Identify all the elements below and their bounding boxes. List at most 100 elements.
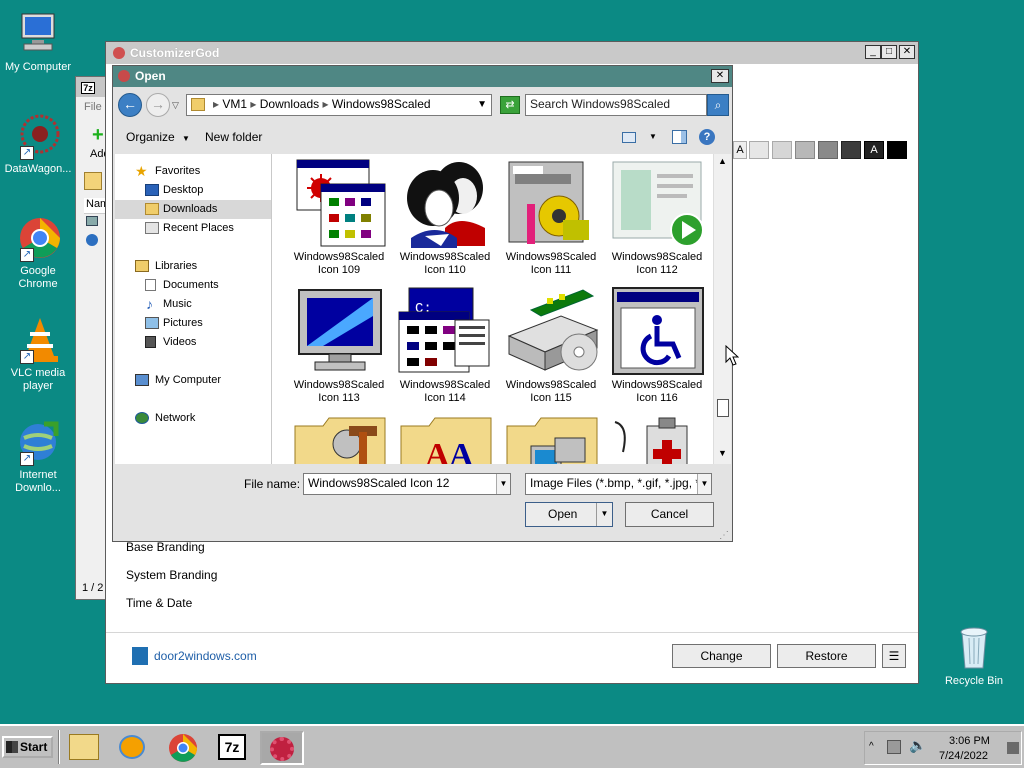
nav-desktop[interactable]: Desktop <box>115 181 271 200</box>
nav-my-computer[interactable]: My Computer <box>115 371 271 390</box>
file-item[interactable]: Windows98Scaled Icon 116 <box>604 286 710 405</box>
nav-libraries[interactable]: Libraries <box>115 257 271 276</box>
battery-plug-icon <box>607 412 707 464</box>
history-dropdown-icon[interactable]: ▽ <box>172 100 179 111</box>
help-icon[interactable]: ? <box>699 129 715 145</box>
nav-music[interactable]: ♪ Music <box>115 295 271 314</box>
taskbar-chrome[interactable] <box>160 731 204 765</box>
file-item[interactable]: AA <box>392 412 498 464</box>
file-item[interactable]: Windows98Scaled Icon 112 <box>604 158 710 277</box>
open-button[interactable]: Open ▼ <box>525 502 613 527</box>
nav-documents[interactable]: Documents <box>115 276 271 295</box>
open-dialog[interactable]: Open ✕ ← → ▽ ▸ VM1 ▸ Downloads ▸ Windows… <box>112 65 733 542</box>
section-time-date[interactable]: Time & Date <box>126 596 192 610</box>
desktop-icon-chrome[interactable]: ↗ Google Chrome <box>0 214 76 291</box>
breadcrumb-downloads[interactable]: Downloads <box>260 97 319 111</box>
nav-recent-places[interactable]: Recent Places <box>115 219 271 238</box>
nav-pictures[interactable]: Pictures <box>115 314 271 333</box>
nav-favorites[interactable]: ★ Favorites <box>115 162 271 181</box>
restore-button[interactable]: Restore <box>777 644 876 668</box>
taskbar-file-explorer[interactable] <box>62 731 106 765</box>
close-button[interactable]: ✕ <box>899 45 915 59</box>
swatch-3[interactable] <box>795 141 815 159</box>
desktop-icon-recycle-bin[interactable]: Recycle Bin <box>936 624 1012 688</box>
organize-menu[interactable]: Organize ▼ <box>126 130 190 144</box>
up-folder-icon[interactable] <box>84 172 102 190</box>
pictures-icon <box>145 317 159 329</box>
desktop-icon-datawagon[interactable]: ↗ DataWagon... <box>0 112 76 176</box>
preview-pane-icon[interactable] <box>672 130 687 144</box>
file-name-dropdown-icon[interactable]: ▼ <box>496 474 510 494</box>
navigation-pane[interactable]: ★ Favorites Desktop Downloads Recent Pla… <box>115 154 271 464</box>
menu-button[interactable]: ☰ <box>882 644 906 668</box>
section-base-branding[interactable]: Base Branding <box>126 540 205 554</box>
show-desktop-icon[interactable] <box>1007 742 1019 754</box>
address-bar[interactable]: ▸ VM1 ▸ Downloads ▸ Windows98Scaled ▼ <box>186 94 492 116</box>
taskbar-7zip[interactable]: 7z <box>210 731 254 765</box>
clock-time[interactable]: 3:06 PM <box>949 735 990 747</box>
view-dropdown-icon[interactable]: ▼ <box>649 132 657 141</box>
clock-date[interactable]: 7/24/2022 <box>939 750 988 762</box>
scroll-thumb[interactable] <box>717 399 729 417</box>
minimize-button[interactable]: _ <box>865 45 881 59</box>
dialog-close-button[interactable]: ✕ <box>711 69 729 83</box>
desktop-icon-vlc[interactable]: ↗ VLC media player <box>0 316 76 393</box>
refresh-button[interactable]: ⇄ <box>500 96 520 114</box>
breadcrumb-windows98scaled[interactable]: Windows98Scaled <box>332 97 431 111</box>
open-dialog-titlebar[interactable]: Open <box>113 66 732 87</box>
search-input[interactable]: Search Windows98Scaled <box>525 94 707 116</box>
back-button[interactable]: ← <box>118 93 142 117</box>
view-options-icon[interactable] <box>622 132 636 143</box>
open-split-dropdown-icon[interactable]: ▼ <box>596 503 612 526</box>
section-system-branding[interactable]: System Branding <box>126 568 217 582</box>
address-dropdown-icon[interactable]: ▼ <box>477 95 487 114</box>
menu-file[interactable]: File <box>84 101 102 113</box>
maximize-button[interactable]: □ <box>881 45 897 59</box>
file-list[interactable]: Windows98Scaled Icon 109 Windows98Scaled… <box>272 154 713 464</box>
file-item[interactable]: Windows98Scaled Icon 109 <box>286 158 392 277</box>
file-item[interactable] <box>498 412 604 464</box>
breadcrumb-vm1[interactable]: VM1 <box>222 97 247 111</box>
file-item[interactable]: Windows98Scaled Icon 115 <box>498 286 604 405</box>
swatch-letter-a[interactable]: A <box>733 141 747 159</box>
file-list-scrollbar[interactable]: ▲ ▼ <box>713 154 731 464</box>
change-button[interactable]: Change <box>672 644 771 668</box>
swatch-7[interactable] <box>887 141 907 159</box>
resize-grip-icon[interactable]: ⋰ <box>719 530 729 541</box>
swatch-5[interactable] <box>841 141 861 159</box>
file-item[interactable]: Windows98Scaled Icon 113 <box>286 286 392 405</box>
desktop-icon-my-computer[interactable]: My Computer <box>0 10 76 74</box>
new-folder-button[interactable]: New folder <box>205 130 262 144</box>
desktop-icon-internet-download[interactable]: ↗ Internet Downlo... <box>0 418 76 495</box>
volume-tray-icon[interactable]: 🔈 <box>909 737 926 754</box>
swatch-1[interactable] <box>749 141 769 159</box>
nav-network[interactable]: Network <box>115 409 271 428</box>
taskbar-media-player[interactable] <box>110 731 154 765</box>
door2windows-link[interactable]: door2windows.com <box>154 649 257 663</box>
cancel-button[interactable]: Cancel <box>625 502 714 527</box>
file-type-select[interactable]: Image Files (*.bmp, *.gif, *.jpg, * ▼ <box>525 473 712 495</box>
file-item[interactable] <box>604 412 710 464</box>
swatch-letter-a-dark[interactable]: A <box>864 141 884 159</box>
file-item[interactable] <box>286 412 392 464</box>
file-item[interactable]: Windows98Scaled Icon 110 <box>392 158 498 277</box>
scroll-up-arrow-icon[interactable]: ▲ <box>714 156 731 170</box>
file-type-dropdown-icon[interactable]: ▼ <box>697 474 711 494</box>
file-item[interactable]: C: Windows98Scaled Icon 114 <box>392 286 498 405</box>
taskbar-customizergod[interactable] <box>260 731 304 765</box>
hardware-card-cd-icon <box>501 286 601 376</box>
swatch-4[interactable] <box>818 141 838 159</box>
file-name-input[interactable]: Windows98Scaled Icon 12 ▼ <box>303 473 511 495</box>
file-item[interactable]: Windows98Scaled Icon 111 <box>498 158 604 277</box>
start-button[interactable]: Start <box>2 736 53 758</box>
tray-expand-icon[interactable]: ^ <box>869 741 874 752</box>
nav-downloads[interactable]: Downloads <box>115 200 271 219</box>
scroll-down-arrow-icon[interactable]: ▼ <box>714 448 731 462</box>
network-tray-icon[interactable] <box>887 740 901 754</box>
search-button[interactable]: ⌕ <box>707 94 729 116</box>
nav-videos[interactable]: Videos <box>115 333 271 352</box>
nav-label: Network <box>155 412 196 424</box>
customizer-titlebar[interactable] <box>106 42 918 64</box>
swatch-2[interactable] <box>772 141 792 159</box>
forward-button[interactable]: → <box>146 93 170 117</box>
